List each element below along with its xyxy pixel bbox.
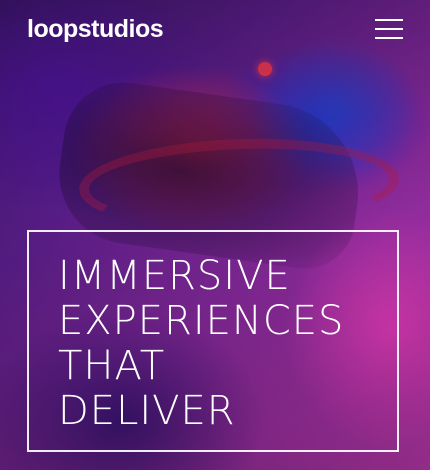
menu-bar <box>375 28 403 30</box>
menu-bar <box>375 37 403 39</box>
hero-title-line: EXPERIENCES <box>58 298 345 344</box>
site-header: loopstudios <box>27 12 403 46</box>
hero-title-box: IMMERSIVE EXPERIENCES THAT DELIVER <box>27 230 399 452</box>
hero-title-line: DELIVER <box>58 388 236 434</box>
hero-title-line: THAT <box>58 343 166 389</box>
logo[interactable]: loopstudios <box>27 15 164 44</box>
hamburger-menu-icon[interactable] <box>375 19 403 39</box>
menu-bar <box>375 19 403 21</box>
hero-title-line: IMMERSIVE <box>58 253 291 299</box>
hero-section: loopstudios IMMERSIVE EXPERIENCES THAT D… <box>0 0 430 470</box>
